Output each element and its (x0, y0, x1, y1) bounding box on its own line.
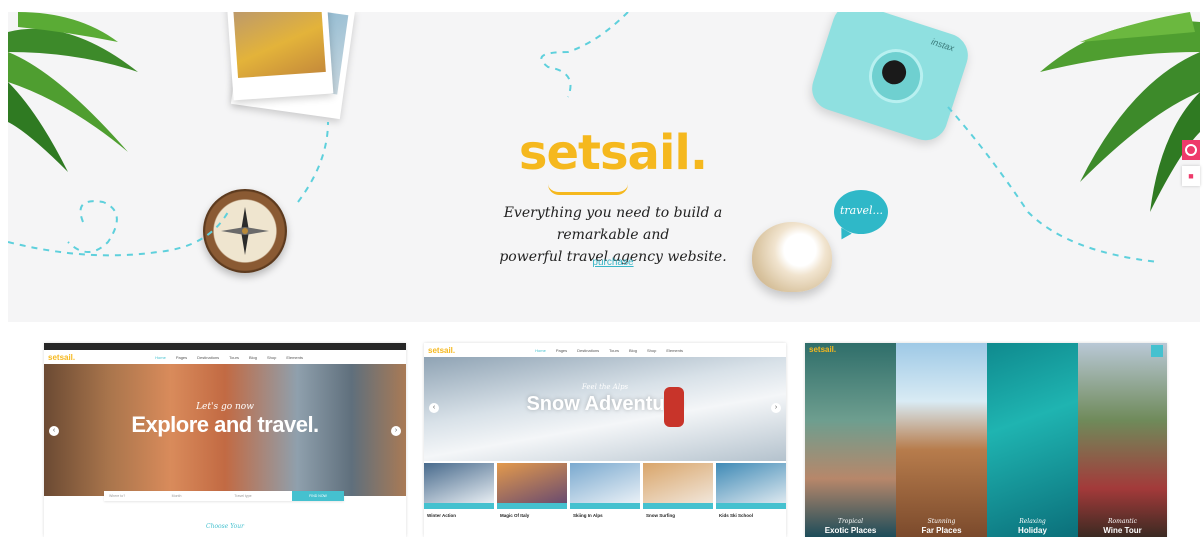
panel-exotic[interactable]: setsail. Tropical Exotic Places (805, 343, 896, 537)
nav-item[interactable]: Tours (609, 348, 619, 353)
panel-title: Exotic Places (824, 526, 877, 535)
find-button[interactable]: FIND NOW (292, 491, 345, 501)
nav-item[interactable]: Destinations (197, 355, 219, 360)
tour-card[interactable]: Skiing In Alps (570, 463, 640, 537)
setsail-logo: setsail. (518, 125, 708, 181)
panel-title: Wine Tour (1103, 526, 1142, 535)
slider-next-arrow[interactable]: › (391, 426, 401, 436)
cart-icon: ■ (1188, 171, 1194, 181)
nav-item[interactable]: Blog (249, 355, 257, 360)
panel-script: Stunning (927, 518, 956, 525)
nav-item[interactable]: Blog (629, 348, 637, 353)
tour-title: Magic Of Italy (500, 513, 530, 518)
hero-banner: instax travel... setsail. Everything you… (8, 12, 1200, 322)
mini-navbar: setsail. Home Pages Destinations Tours B… (424, 343, 786, 357)
slider-prev-arrow[interactable]: ‹ (49, 426, 59, 436)
slider-prev-arrow[interactable]: ‹ (429, 403, 439, 413)
nav-item[interactable]: Shop (647, 348, 656, 353)
side-cart-button[interactable]: ■ (1182, 166, 1200, 186)
panel-script: Tropical (837, 518, 864, 525)
demo-card-panels[interactable]: setsail. Tropical Exotic Places Stunning… (805, 343, 1167, 537)
mini-topbar (44, 343, 406, 350)
tour-title: Skiing In Alps (573, 513, 603, 518)
hero-headline: Snow Adventure (526, 393, 684, 415)
tour-card[interactable]: Magic Of Italy (497, 463, 567, 537)
panel-far[interactable]: Stunning Far Places (896, 343, 987, 537)
hero-headline: Explore and travel. (131, 412, 319, 437)
nav-item[interactable]: Pages (176, 355, 187, 360)
side-demo-button[interactable] (1182, 140, 1200, 160)
panel-title: Far Places (921, 526, 962, 535)
tagline-line-1: Everything you need to build a remarkabl… (503, 205, 723, 243)
nav-item[interactable]: Elements (286, 355, 303, 360)
panel-holiday[interactable]: Relaxing Holiday (987, 343, 1078, 537)
mini-logo: setsail. (48, 352, 76, 362)
menu-icon[interactable] (1151, 345, 1163, 357)
logo-underline-swash (548, 184, 628, 195)
mini-logo: setsail. (809, 345, 837, 354)
demo-card-explore[interactable]: setsail. Home Pages Destinations Tours B… (44, 343, 406, 537)
mini-navbar: setsail. Home Pages Destinations Tours B… (44, 350, 406, 364)
search-field[interactable]: Where to? (104, 491, 167, 501)
hero-script-text: Feel the Alps (581, 383, 629, 391)
hero-script-text: Let's go now (196, 402, 254, 412)
tour-title: Kids Ski School (719, 513, 754, 518)
nav-item[interactable]: Destinations (577, 348, 599, 353)
purchase-link[interactable]: purchase (568, 257, 658, 268)
demo-card-snow[interactable]: setsail. Home Pages Destinations Tours B… (424, 343, 786, 537)
mini-logo: setsail. (428, 345, 456, 355)
choose-script-text: Choose Your (205, 523, 244, 530)
ring-icon (1185, 144, 1197, 156)
slider-next-arrow[interactable]: › (771, 403, 781, 413)
search-field[interactable]: Travel type (229, 491, 292, 501)
tour-card[interactable]: Kids Ski School (716, 463, 786, 537)
nav-item[interactable]: Tours (229, 355, 239, 360)
panel-wine[interactable]: Romantic Wine Tour (1078, 343, 1167, 537)
nav-item[interactable]: Home (155, 355, 166, 360)
nav-item[interactable]: Home (535, 348, 546, 353)
hero-photo-snow: Feel the Alps Snow Adventure ‹ › (424, 357, 786, 461)
tour-title: Snow Surfing (646, 513, 675, 518)
nav-item[interactable]: Elements (666, 348, 683, 353)
panel-script: Relaxing (1019, 518, 1046, 525)
panel-script: Romantic (1108, 518, 1137, 525)
skier-figure (664, 387, 684, 427)
hero-photo-friends: Let's go now Explore and travel. ‹ › (44, 364, 406, 496)
mini-search-bar: Where to? Month Travel type FIND NOW (104, 491, 345, 501)
nav-item[interactable]: Shop (267, 355, 276, 360)
tour-card[interactable]: Winter Action (424, 463, 494, 537)
search-field[interactable]: Month (167, 491, 230, 501)
nav-item[interactable]: Pages (556, 348, 567, 353)
tour-title: Winter Action (427, 513, 457, 518)
tour-card[interactable]: Snow Surfing (643, 463, 713, 537)
panel-title: Holiday (1018, 526, 1047, 535)
